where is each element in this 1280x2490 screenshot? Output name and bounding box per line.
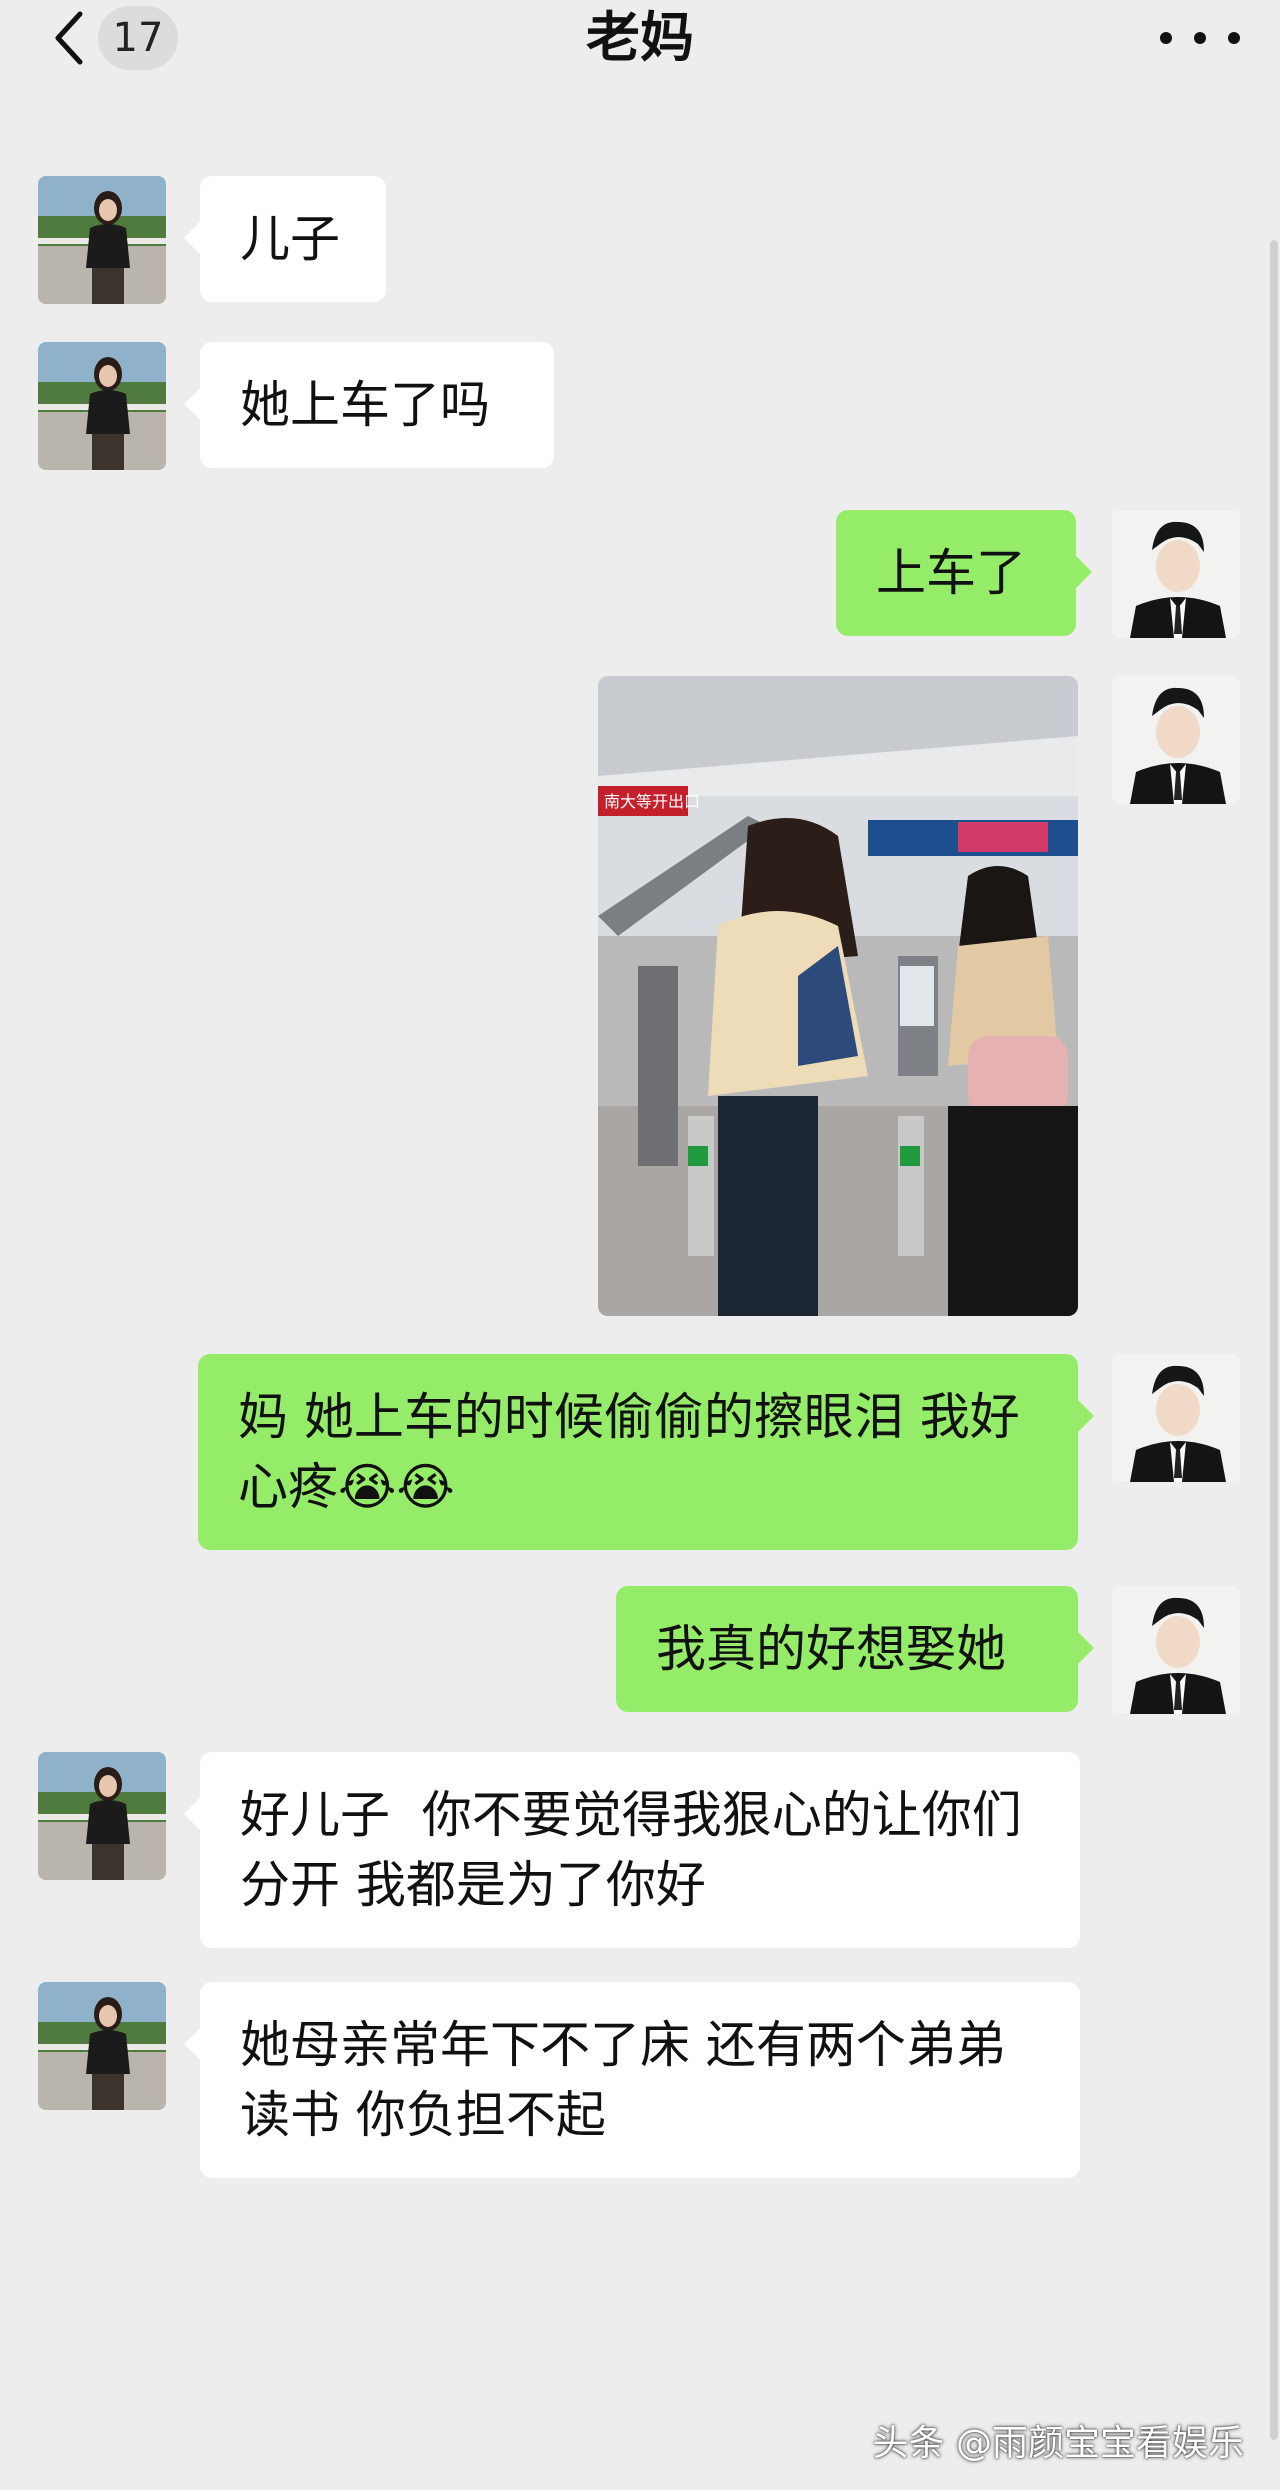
message-bubble-out[interactable]: 上车了 bbox=[836, 510, 1092, 636]
chat-title: 老妈 bbox=[586, 6, 694, 69]
message-bubble-out[interactable]: 我真的好想娶她 bbox=[616, 1586, 1094, 1712]
my-avatar[interactable] bbox=[1112, 676, 1240, 804]
watermark: 头条 @雨颜宝宝看娱乐 bbox=[872, 2423, 1244, 2464]
scrollbar[interactable] bbox=[1270, 240, 1278, 2440]
my-avatar[interactable] bbox=[1112, 510, 1240, 638]
more-dots-icon[interactable] bbox=[1160, 10, 1240, 66]
message-bubble-in[interactable]: 她母亲常年下不了床 还有两个弟弟读书 你负担不起 bbox=[184, 1982, 1080, 2178]
message-bubble-in[interactable]: 好儿子 你不要觉得我狠心的让你们分开 我都是为了你好 bbox=[184, 1752, 1080, 1948]
mom-avatar[interactable] bbox=[38, 342, 166, 470]
my-avatar[interactable] bbox=[1112, 1354, 1240, 1482]
shared-photo[interactable]: 南大等开出口 bbox=[598, 676, 1078, 1316]
my-avatar[interactable] bbox=[1112, 1586, 1240, 1714]
mom-avatar[interactable] bbox=[38, 1982, 166, 2110]
message-bubble-in[interactable]: 儿子 bbox=[184, 176, 386, 302]
message-bubble-in[interactable]: 她上车了吗 bbox=[184, 342, 554, 468]
mom-avatar[interactable] bbox=[38, 176, 166, 304]
chat-header: 17 老妈 bbox=[0, 0, 1280, 120]
mom-avatar[interactable] bbox=[38, 1752, 166, 1880]
message-bubble-out[interactable]: 妈 她上车的时候偷偷的擦眼泪 我好心疼😭😭 bbox=[198, 1354, 1094, 1550]
station-sign: 南大等开出口 bbox=[604, 793, 700, 811]
